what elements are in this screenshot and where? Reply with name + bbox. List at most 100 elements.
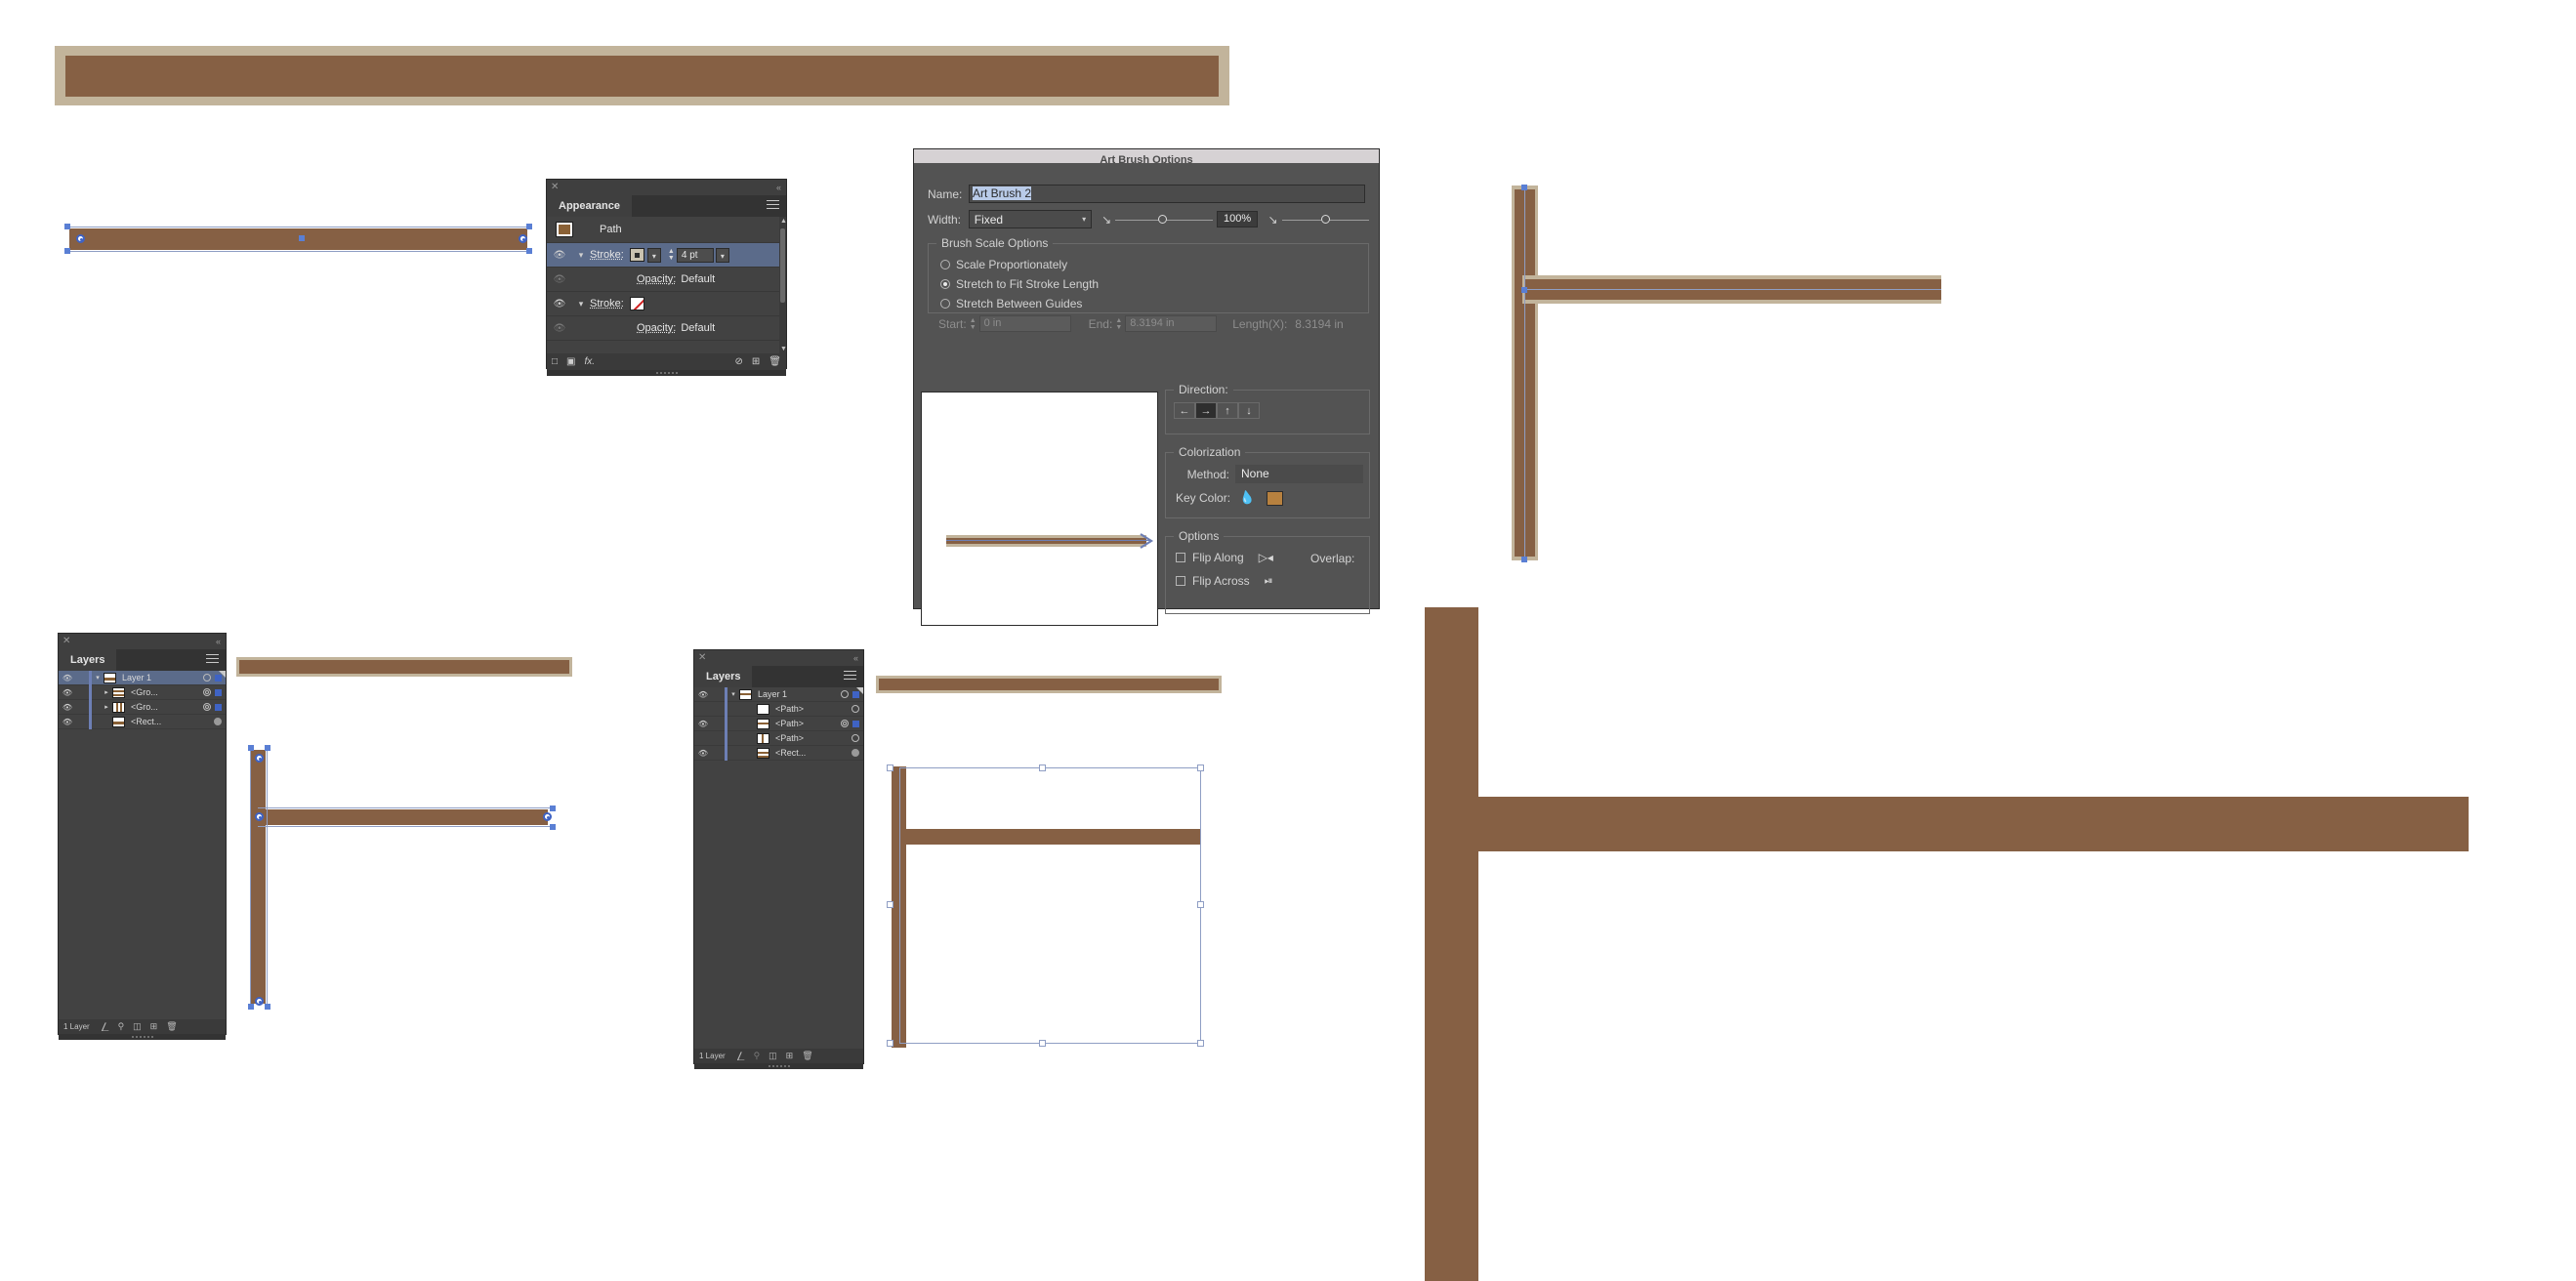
target-indicator-icon[interactable]: [852, 749, 859, 757]
chevron-down-icon[interactable]: ▾: [572, 250, 590, 261]
selection-indicator[interactable]: [215, 688, 222, 696]
tab-layers[interactable]: Layers: [694, 666, 753, 687]
stroke-weight-stepper[interactable]: ▲ ▼: [666, 248, 677, 263]
delete-selection-icon[interactable]: 🗑: [802, 1051, 812, 1061]
close-icon[interactable]: ✕: [62, 636, 70, 647]
radio-scale-proportionately[interactable]: Scale Proportionately: [940, 258, 1067, 271]
none-swatch[interactable]: [629, 297, 644, 310]
flip-along-row[interactable]: Flip Along ▷◂: [1176, 551, 1273, 564]
target-indicator-icon[interactable]: [841, 690, 849, 698]
bbox-handle-bl[interactable]: [64, 248, 70, 254]
tab-layers[interactable]: Layers: [59, 649, 117, 671]
bbox-handle-tl[interactable]: [64, 224, 70, 229]
selection-indicator[interactable]: [852, 720, 859, 727]
selection-indicator[interactable]: [215, 703, 222, 711]
panel-resize-grip[interactable]: [547, 370, 786, 376]
direction-button-bar[interactable]: ← → ↑ ↓: [1174, 402, 1260, 419]
width-slider-1[interactable]: [1115, 214, 1213, 226]
eye-icon[interactable]: 👁: [694, 720, 712, 728]
chevron-down-icon[interactable]: ▾: [92, 674, 104, 682]
opacity-label[interactable]: Opacity:: [637, 273, 676, 285]
target-indicator-icon[interactable]: [203, 674, 211, 682]
radio-icon[interactable]: [940, 260, 950, 269]
panel-resize-grip[interactable]: [59, 1034, 226, 1040]
chevron-down-icon[interactable]: ▾: [572, 299, 590, 310]
bbox3-handle-tl[interactable]: [887, 764, 893, 771]
eye-icon[interactable]: 👁: [694, 690, 712, 699]
hamburger-menu-icon[interactable]: [844, 671, 856, 682]
clear-appearance-icon[interactable]: ⊘: [735, 356, 743, 367]
bbox3-handle-bl[interactable]: [887, 1040, 893, 1047]
locate-object-icon[interactable]: ⎳: [737, 1051, 745, 1061]
appearance-row-opacity-2[interactable]: 👁 Opacity: Default: [547, 316, 786, 341]
width-slider-2-knob[interactable]: [1320, 214, 1330, 224]
layer-row-path-2[interactable]: 👁 <Path>: [694, 716, 863, 731]
radio-icon-selected[interactable]: [940, 279, 950, 289]
arrow-up-icon[interactable]: ↑: [1217, 402, 1238, 419]
add-new-stroke-icon[interactable]: □: [552, 356, 558, 367]
target-indicator-icon[interactable]: [214, 718, 222, 725]
bbox3-handle-ml[interactable]: [887, 901, 893, 908]
artwork-large-vertical[interactable]: [1425, 607, 1478, 1281]
brush-swatch[interactable]: [629, 248, 644, 262]
layer-name[interactable]: <Gro...: [131, 702, 158, 712]
appearance-scrollbar[interactable]: ▲ ▼: [779, 217, 786, 353]
dialog-titlebar[interactable]: Art Brush Options: [914, 149, 1379, 163]
bbox-handle-tr[interactable]: [526, 224, 532, 229]
eyedropper-icon[interactable]: 💧: [1238, 489, 1257, 508]
eye-icon[interactable]: 👁: [59, 718, 76, 726]
layer-name[interactable]: Layer 1: [122, 673, 151, 682]
duplicate-item-icon[interactable]: ⊞: [752, 356, 760, 367]
layer-row-controls[interactable]: [841, 720, 859, 727]
flip-across-checkbox[interactable]: [1176, 576, 1185, 586]
arrow-right-icon[interactable]: →: [1195, 402, 1217, 419]
eye-icon-dim[interactable]: 👁: [547, 323, 572, 334]
path-anchor-left[interactable]: [76, 234, 85, 243]
layer-name[interactable]: <Rect...: [131, 717, 161, 726]
target-indicator-icon[interactable]: [203, 703, 211, 711]
layer-name[interactable]: <Path>: [775, 704, 804, 714]
radio-stretch-to-fit[interactable]: Stretch to Fit Stroke Length: [940, 277, 1099, 291]
flip-across-row[interactable]: Flip Across ⏯: [1176, 574, 1273, 588]
layer-row-layer1[interactable]: 👁 ▾ Layer 1: [59, 670, 226, 685]
layer-row-path-1[interactable]: 👁 <Path>: [694, 701, 863, 717]
bbox3-handle-tc[interactable]: [1039, 764, 1046, 771]
eye-icon-dim[interactable]: 👁: [547, 274, 572, 285]
appearance-scroll-thumb[interactable]: [780, 228, 785, 303]
create-new-sublayer-icon[interactable]: ◫: [769, 1051, 777, 1061]
width-select[interactable]: Fixed ▾: [968, 210, 1093, 228]
close-icon[interactable]: ✕: [551, 182, 559, 193]
path-anchor-right[interactable]: [519, 234, 527, 243]
eye-icon[interactable]: 👁: [694, 749, 712, 758]
artwork-mid-vertical[interactable]: [250, 750, 266, 1004]
double-chevron-left-icon[interactable]: «: [216, 636, 221, 647]
artwork-mid-horizontal[interactable]: [257, 809, 548, 825]
L-anchor-top[interactable]: [1521, 185, 1527, 190]
mid-handle-hr-t[interactable]: [550, 806, 556, 811]
panel-resize-grip[interactable]: [694, 1063, 863, 1069]
layer-row-controls[interactable]: [203, 688, 222, 696]
opacity-label-2[interactable]: Opacity:: [637, 322, 676, 334]
layers-panel-1[interactable]: ✕ « Layers 👁 ▾ Layer 1 👁 ▸ <Gro... 👁 ▸ <…: [58, 633, 227, 1040]
appearance-row-stroke-brush[interactable]: 👁 ▾ Stroke: ▾ ▲ ▼ 4 pt ▾: [547, 243, 786, 268]
target-indicator-icon[interactable]: [203, 688, 211, 696]
radio-stretch-between-guides[interactable]: Stretch Between Guides: [940, 297, 1082, 310]
create-new-sublayer-icon[interactable]: ◫: [133, 1021, 142, 1032]
appearance-row-stroke-none[interactable]: 👁 ▾ Stroke:: [547, 292, 786, 316]
method-select[interactable]: None: [1235, 465, 1363, 483]
mid-handle-tl[interactable]: [248, 745, 254, 751]
chevron-right-icon[interactable]: ▸: [101, 703, 112, 711]
tab-appearance[interactable]: Appearance: [547, 195, 632, 217]
flip-along-checkbox[interactable]: [1176, 553, 1185, 562]
stroke-weight-dropdown-icon[interactable]: ▾: [715, 247, 729, 263]
brown-fill-swatch[interactable]: [556, 222, 573, 237]
layer-row-path-3[interactable]: 👁 <Path>: [694, 730, 863, 746]
layer-row-controls[interactable]: [852, 734, 859, 742]
hamburger-menu-icon[interactable]: [206, 654, 219, 666]
make-clipping-mask-icon[interactable]: ⚲: [118, 1021, 125, 1032]
appearance-row-path[interactable]: Path: [547, 217, 786, 243]
mid-anchor-bottom[interactable]: [255, 997, 264, 1006]
target-indicator-icon[interactable]: [852, 734, 859, 742]
key-color-swatch[interactable]: [1267, 490, 1284, 506]
double-chevron-left-icon[interactable]: «: [776, 182, 781, 193]
